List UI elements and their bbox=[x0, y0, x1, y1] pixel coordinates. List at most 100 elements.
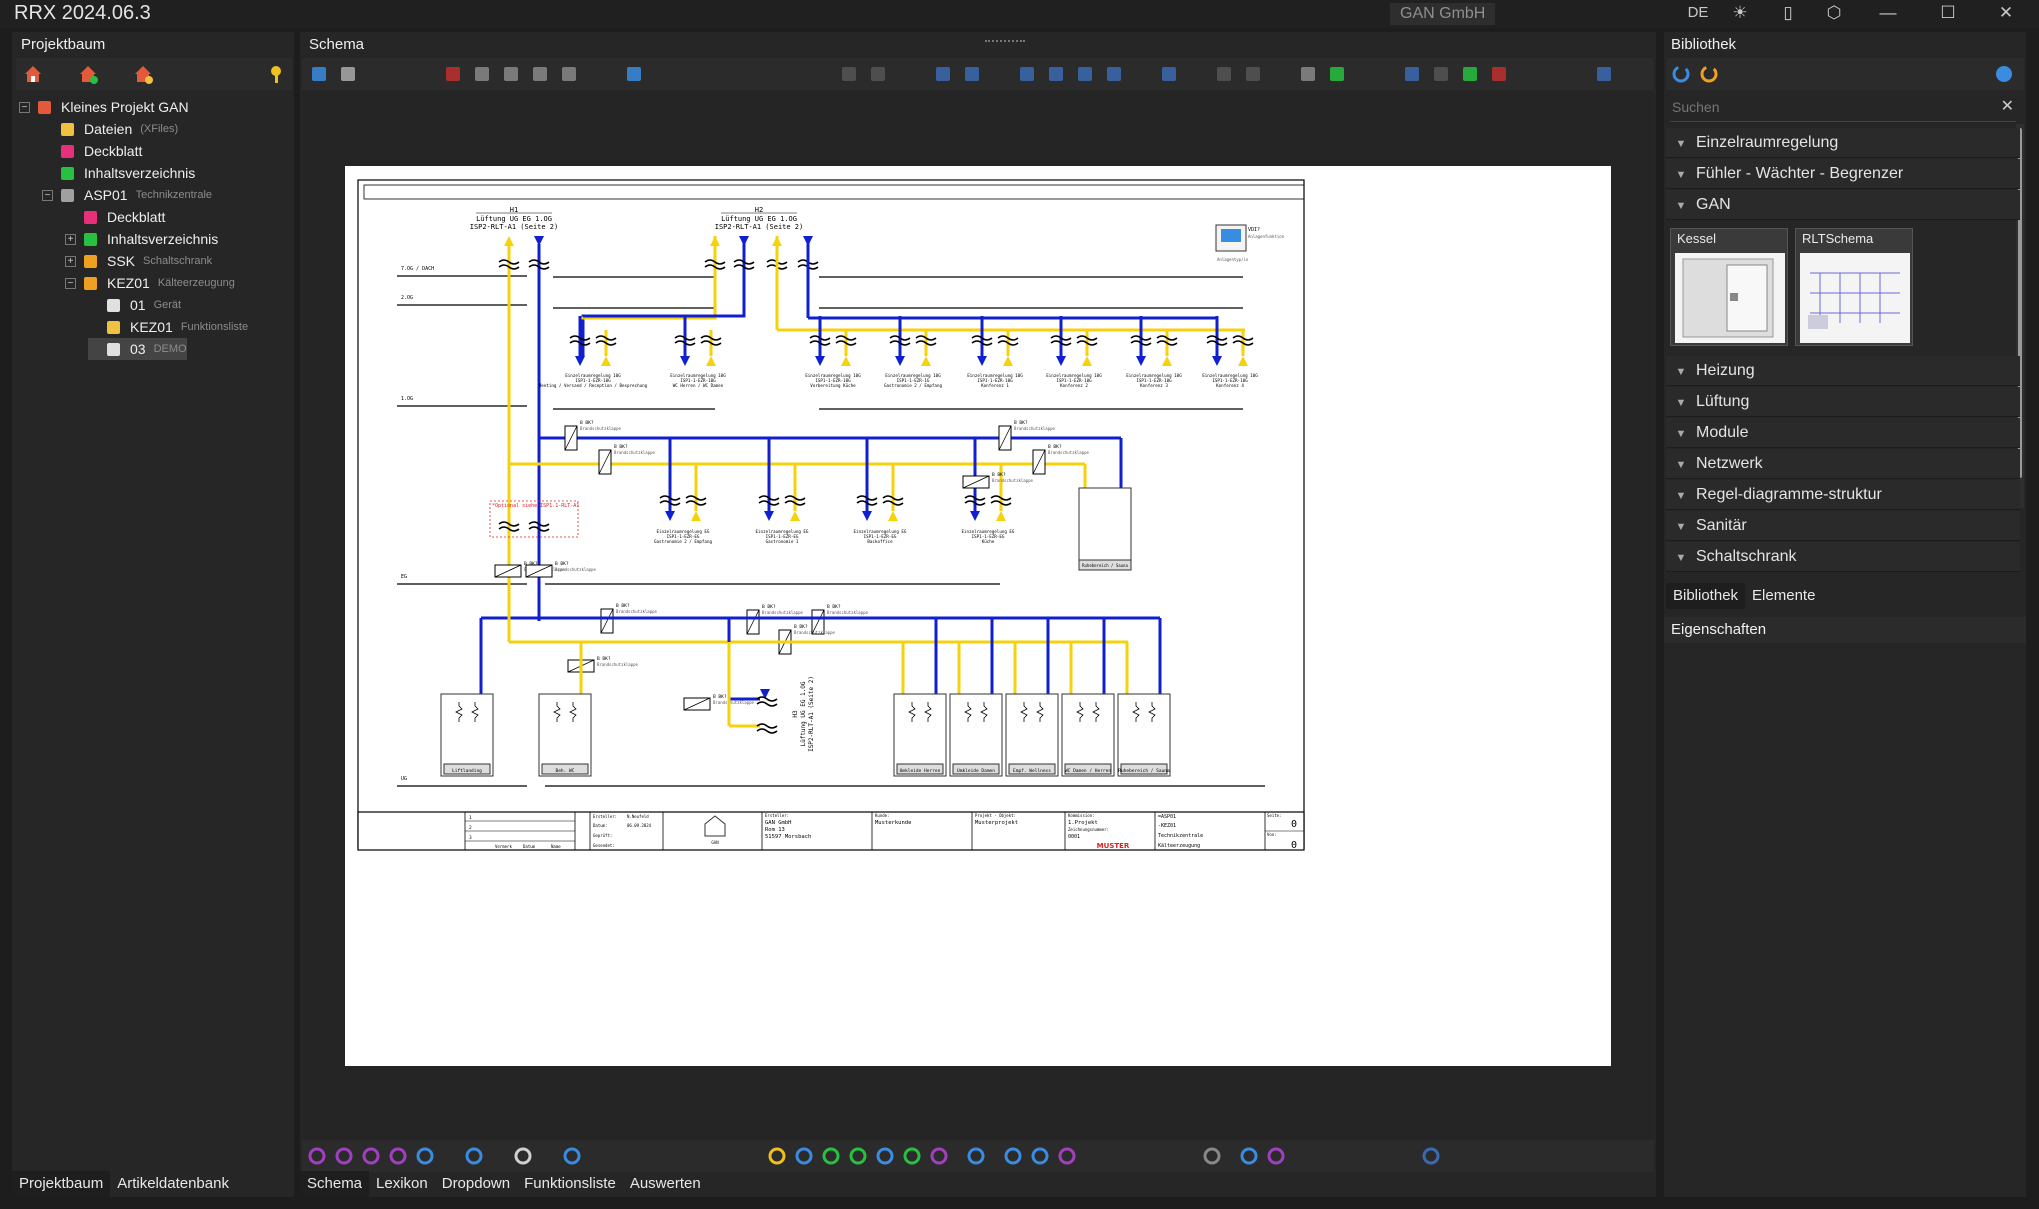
tree-item[interactable]: − Kleines Projekt GAN bbox=[19, 96, 189, 118]
grid-tool-icon[interactable] bbox=[1420, 1145, 1442, 1167]
save-all-icon[interactable] bbox=[337, 63, 359, 85]
flag-tool-icon[interactable] bbox=[847, 1145, 869, 1167]
line-tool-icon[interactable] bbox=[1029, 1145, 1051, 1167]
sync-icon[interactable] bbox=[1698, 63, 1720, 85]
home-icon[interactable] bbox=[22, 63, 44, 85]
tree-item[interactable]: Inhaltsverzeichnis bbox=[42, 162, 195, 184]
tree-item[interactable]: + SSK Schaltschrank bbox=[65, 250, 212, 272]
search-input[interactable] bbox=[1670, 94, 1970, 120]
language-button[interactable]: DE bbox=[1680, 2, 1716, 24]
home-edit-icon[interactable] bbox=[132, 63, 154, 85]
expand-toggle[interactable]: − bbox=[19, 101, 30, 113]
library-category[interactable]: ▼ Einzelraumregelung bbox=[1666, 128, 2020, 158]
theme-icon[interactable]: ☀ bbox=[1722, 2, 1758, 24]
pen-tool-icon[interactable] bbox=[1002, 1145, 1024, 1167]
text-tool-icon[interactable] bbox=[1056, 1145, 1078, 1167]
node-tool3-icon[interactable] bbox=[360, 1145, 382, 1167]
chip-tool-icon[interactable] bbox=[820, 1145, 842, 1167]
tab-elemente[interactable]: Elemente bbox=[1745, 583, 1822, 609]
minimize-button[interactable]: — bbox=[1870, 2, 1906, 24]
library-category[interactable]: ▼ Regel-diagramme-struktur bbox=[1666, 480, 2020, 510]
globe-icon[interactable] bbox=[1993, 63, 2015, 85]
tree-item[interactable]: Deckblatt bbox=[65, 206, 165, 228]
tree-item[interactable]: 01 Gerät bbox=[88, 294, 181, 316]
select-icon[interactable] bbox=[1242, 63, 1264, 85]
layer-front-icon[interactable] bbox=[1016, 63, 1038, 85]
record-tool-icon[interactable] bbox=[1201, 1145, 1223, 1167]
redo-icon[interactable] bbox=[838, 63, 860, 85]
expand-toggle[interactable]: − bbox=[65, 277, 76, 289]
key-icon[interactable] bbox=[267, 63, 289, 85]
star-tool-icon[interactable] bbox=[793, 1145, 815, 1167]
pipe-tool-icon[interactable] bbox=[766, 1145, 788, 1167]
tool-a-icon[interactable] bbox=[1401, 63, 1423, 85]
maximize-button[interactable]: ☐ bbox=[1930, 2, 1966, 24]
tab-dropdown[interactable]: Dropdown bbox=[435, 1171, 517, 1197]
library-category[interactable]: ▼ Netzwerk bbox=[1666, 449, 2020, 479]
library-category[interactable]: ▼ Lüftung bbox=[1666, 387, 2020, 417]
tab-projektbaum[interactable]: Projektbaum bbox=[12, 1171, 111, 1197]
book-icon[interactable]: ▯ bbox=[1770, 2, 1806, 24]
undo-icon[interactable] bbox=[623, 63, 645, 85]
paste-icon[interactable] bbox=[529, 63, 551, 85]
expand-toggle[interactable]: + bbox=[65, 233, 76, 245]
connector-icon[interactable] bbox=[1238, 1145, 1260, 1167]
tree-item[interactable]: 03 DEMO bbox=[88, 338, 187, 360]
library-category[interactable]: ▼ Sanitär bbox=[1666, 511, 2020, 541]
tab-funktionsliste[interactable]: Funktionsliste bbox=[517, 1171, 623, 1197]
tab-lexikon[interactable]: Lexikon bbox=[369, 1171, 435, 1197]
tool-b-icon[interactable] bbox=[1430, 63, 1452, 85]
refresh-icon[interactable] bbox=[1670, 63, 1692, 85]
close-button[interactable]: ✕ bbox=[1988, 2, 2024, 24]
align-left-icon[interactable] bbox=[932, 63, 954, 85]
cut-icon[interactable] bbox=[471, 63, 493, 85]
redo2-icon[interactable] bbox=[867, 63, 889, 85]
align-center-icon[interactable] bbox=[961, 63, 983, 85]
tree-item[interactable]: Dateien (XFiles) bbox=[42, 118, 178, 140]
library-thumbnail[interactable]: Kessel bbox=[1670, 228, 1788, 346]
delete-icon[interactable] bbox=[442, 63, 464, 85]
library-thumbnail[interactable]: RLTSchema bbox=[1795, 228, 1913, 346]
paste-special-icon[interactable] bbox=[558, 63, 580, 85]
tab-schema[interactable]: Schema bbox=[300, 1171, 370, 1197]
circle-tool-icon[interactable] bbox=[463, 1145, 485, 1167]
library-category[interactable]: ▼ Module bbox=[1666, 418, 2020, 448]
ungroup-icon[interactable] bbox=[1103, 63, 1125, 85]
tool-d-icon[interactable] bbox=[1488, 63, 1510, 85]
tree-item[interactable]: + Inhaltsverzeichnis bbox=[65, 228, 218, 250]
tool-c-icon[interactable] bbox=[1459, 63, 1481, 85]
layer-back-icon[interactable] bbox=[1045, 63, 1067, 85]
tree-item[interactable]: KEZ01 Funktionsliste bbox=[88, 316, 248, 338]
expand-toggle[interactable]: + bbox=[65, 255, 76, 267]
expand-toggle[interactable]: − bbox=[42, 189, 53, 201]
cart-tool-icon[interactable] bbox=[874, 1145, 896, 1167]
tree-item[interactable]: − KEZ01 Kälteerzeugung bbox=[65, 272, 235, 294]
globe-tool-icon[interactable] bbox=[414, 1145, 436, 1167]
para-tool-icon[interactable] bbox=[928, 1145, 950, 1167]
globe2-tool-icon[interactable] bbox=[965, 1145, 987, 1167]
node-tool-icon[interactable] bbox=[306, 1145, 328, 1167]
cross-icon[interactable] bbox=[1326, 63, 1348, 85]
column-icon[interactable] bbox=[1158, 63, 1180, 85]
tree-item[interactable]: − ASP01 Technikzentrale bbox=[42, 184, 212, 206]
schema-sheet[interactable]: H1 Lüftung UG EG 1.OG ISP2-RLT-A1 (Seite 2… bbox=[345, 166, 1611, 1066]
tree-item[interactable]: Deckblatt bbox=[42, 140, 142, 162]
library-category[interactable]: ▼ Heizung bbox=[1666, 356, 2020, 386]
box-icon[interactable]: ⬡ bbox=[1816, 2, 1852, 24]
tab-bibliothek[interactable]: Bibliothek bbox=[1666, 583, 1746, 609]
copy-icon[interactable] bbox=[500, 63, 522, 85]
library-search[interactable]: ✕ bbox=[1670, 94, 2016, 122]
library-category[interactable]: ▼ Schaltschrank bbox=[1666, 542, 2020, 572]
tab-auswerten[interactable]: Auswerten bbox=[623, 1171, 708, 1197]
save-icon[interactable] bbox=[308, 63, 330, 85]
tab-artikeldatenbank[interactable]: Artikeldatenbank bbox=[110, 1171, 236, 1197]
node-tool2-icon[interactable] bbox=[333, 1145, 355, 1167]
library-category[interactable]: ▼ GAN bbox=[1666, 190, 2020, 220]
help-icon[interactable] bbox=[561, 1145, 583, 1167]
group-icon[interactable] bbox=[1074, 63, 1096, 85]
drag-handle[interactable] bbox=[985, 40, 1025, 46]
library-category[interactable]: ▼ Fühler - Wächter - Begrenzer bbox=[1666, 159, 2020, 189]
basket-tool-icon[interactable] bbox=[901, 1145, 923, 1167]
home-add-icon[interactable] bbox=[77, 63, 99, 85]
node-tool4-icon[interactable] bbox=[387, 1145, 409, 1167]
